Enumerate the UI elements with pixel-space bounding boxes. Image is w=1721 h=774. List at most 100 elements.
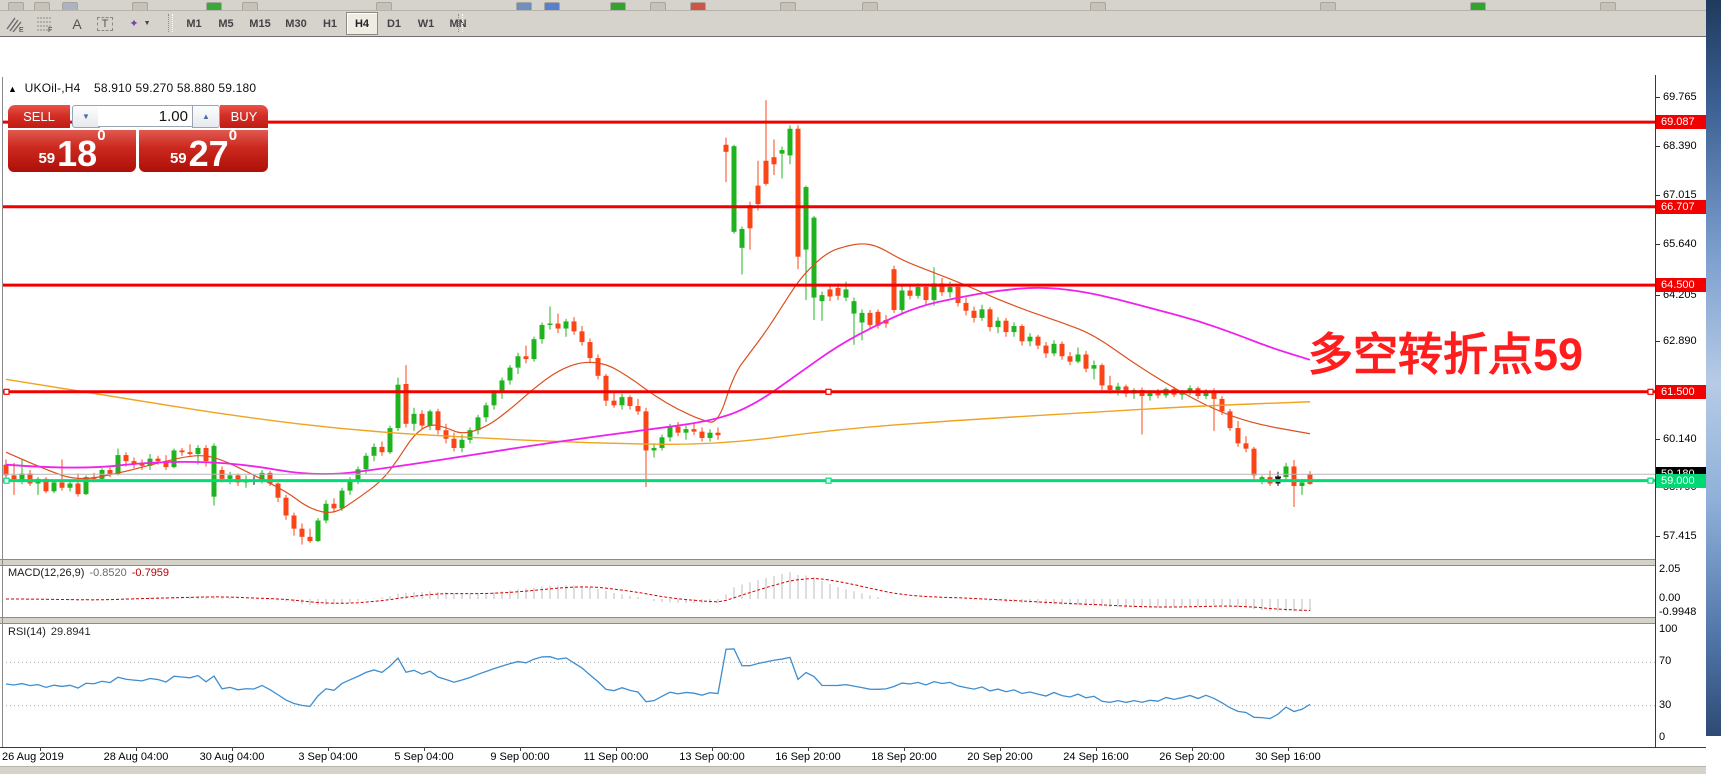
toolbar-icon-fragment[interactable] [34, 2, 50, 11]
timeframe-button-w1[interactable]: W1 [410, 12, 442, 35]
rsi-scale-label: 100 [1659, 623, 1677, 635]
macd-signal-value: -0.7959 [132, 567, 169, 579]
buy-price-sup: 0 [229, 128, 237, 143]
toolbar-icon-fragment[interactable] [8, 2, 24, 11]
time-axis-label: 30 Aug 04:00 [200, 751, 265, 763]
timeframe-button-h4[interactable]: H4 [346, 12, 378, 35]
price-tick-label: 60.140 [1663, 433, 1697, 445]
toolbar: E F A T ✦ ▼ M1M5M15M30H1H4D1W1MN [0, 11, 1706, 37]
time-axis-label: 11 Sep 00:00 [584, 751, 649, 763]
timeframe-button-m1[interactable]: M1 [178, 12, 210, 35]
time-axis-label: 26 Sep 20:00 [1159, 751, 1224, 763]
one-click-trade-panel: SELL ▼ ▲ BUY 59 18 0 59 27 0 [8, 105, 268, 169]
price-tick-label: 57.415 [1663, 530, 1697, 542]
time-axis-label: 28 Aug 04:00 [104, 751, 169, 763]
volume-increase-button[interactable]: ▲ [192, 105, 220, 128]
svg-text:F: F [48, 27, 52, 33]
timeframe-button-h1[interactable]: H1 [314, 12, 346, 35]
time-axis-label: 5 Sep 04:00 [394, 751, 453, 763]
price-line-badge: 59.000 [1656, 474, 1708, 488]
time-axis-label: 3 Sep 04:00 [298, 751, 357, 763]
volume-decrease-button[interactable]: ▼ [72, 105, 100, 128]
chart-left-border [2, 77, 3, 747]
volume-input[interactable] [98, 105, 194, 127]
macd-scale-label: 0.00 [1659, 592, 1680, 604]
toolbar-icon-fragment[interactable] [544, 2, 560, 11]
bottom-band [0, 766, 1706, 774]
sell-price-small: 59 [38, 151, 55, 169]
toolbar-icon-fragment[interactable] [862, 2, 878, 11]
rsi-scale-label: 30 [1659, 699, 1671, 711]
toolbar-icon-fragment[interactable] [242, 2, 258, 11]
buy-button[interactable]: BUY [220, 105, 268, 128]
spinner-up-icon: ▲ [202, 112, 210, 121]
timeframe-button-m5[interactable]: M5 [210, 12, 242, 35]
price-tick-label: 68.390 [1663, 140, 1697, 152]
toolbar-icon-fragment[interactable] [1320, 2, 1336, 11]
buy-price-big: 27 [189, 139, 229, 169]
rsi-scale-label: 0 [1659, 731, 1665, 743]
time-axis-label: 26 Aug 2019 [2, 751, 64, 763]
toolbar-grip[interactable] [458, 14, 463, 32]
macd-scale-label: -0.9948 [1659, 606, 1696, 618]
label-tool-icon[interactable]: T [92, 12, 118, 35]
macd-scale-label: 2.05 [1659, 563, 1680, 575]
price-line-badge: 64.500 [1656, 278, 1708, 292]
toolbar-icon-fragment[interactable] [690, 2, 706, 11]
timeframe-button-d1[interactable]: D1 [378, 12, 410, 35]
rsi-value: 29.8941 [51, 626, 91, 638]
macd-label: MACD(12,26,9)-0.8520-0.7959 [8, 567, 169, 579]
price-tick-label: 62.890 [1663, 335, 1697, 347]
toolbar-icon-fragment[interactable] [376, 2, 392, 11]
draw-lines-tool-icon[interactable]: E [4, 12, 32, 35]
price-line-badge: 69.087 [1656, 115, 1708, 129]
sell-price-display[interactable]: 59 18 0 [8, 130, 136, 172]
price-line-badge: 66.707 [1656, 200, 1708, 214]
time-axis-label: 24 Sep 16:00 [1063, 751, 1128, 763]
text-tool-icon[interactable]: A [64, 12, 90, 35]
rsi-pane-canvas[interactable] [0, 623, 1656, 747]
time-axis-label: 20 Sep 20:00 [967, 751, 1032, 763]
time-axis-label: 13 Sep 00:00 [679, 751, 744, 763]
toolbar-icon-fragment[interactable] [780, 2, 796, 11]
desktop-wallpaper-edge [1706, 0, 1721, 736]
toolbar-icon-fragment[interactable] [610, 2, 626, 11]
time-axis-separator [0, 747, 1706, 748]
macd-pane-canvas[interactable] [0, 564, 1656, 617]
sell-button[interactable]: SELL [8, 105, 70, 128]
arrows-tool-icon[interactable]: ✦ ▼ [122, 12, 158, 35]
timeframe-button-m15[interactable]: M15 [242, 12, 278, 35]
toolbar-icon-fragment[interactable] [650, 2, 666, 11]
toolbar-icon-fragment[interactable] [206, 2, 222, 11]
annotation-text[interactable]: 多空转折点59 [1308, 318, 1583, 383]
toolbar-icon-fragment[interactable] [516, 2, 532, 11]
time-axis[interactable]: 26 Aug 2019 28 Aug 04:00 30 Aug 04:00 3 Sep… [0, 749, 1656, 765]
buy-price-display[interactable]: 59 27 0 [139, 130, 268, 172]
buy-price-small: 59 [170, 151, 187, 169]
fibonacci-tool-icon[interactable]: F [34, 12, 62, 35]
rsi-label: RSI(14)29.8941 [8, 626, 91, 638]
dropdown-arrow-icon: ▼ [144, 20, 151, 27]
toolbar-icon-fragment[interactable] [62, 2, 78, 11]
toolbar-icon-fragment[interactable] [132, 2, 148, 11]
toolbar-icon-fragment[interactable] [1470, 2, 1486, 11]
top-icon-strip [0, 0, 1706, 11]
time-axis-label: 9 Sep 00:00 [490, 751, 549, 763]
spinner-down-icon: ▼ [82, 112, 90, 121]
toolbar-icon-fragment[interactable] [1600, 2, 1616, 11]
rsi-scale-label: 70 [1659, 655, 1671, 667]
price-tick-label: 65.640 [1663, 238, 1697, 250]
timeframe-button-m30[interactable]: M30 [278, 12, 314, 35]
chart-window: ▲ UKOil-,H4 58.910 59.270 58.880 59.180 … [0, 36, 1706, 737]
sell-price-sup: 0 [97, 128, 105, 143]
macd-value: -0.8520 [89, 567, 126, 579]
toolbar-icon-fragment[interactable] [1090, 2, 1106, 11]
time-axis-label: 18 Sep 20:00 [871, 751, 936, 763]
price-axis[interactable]: 69.76568.39067.01565.64064.20562.89060.1… [1656, 75, 1706, 747]
price-line-badge: 61.500 [1656, 385, 1708, 399]
time-axis-label: 16 Sep 20:00 [775, 751, 840, 763]
sell-price-big: 18 [57, 139, 97, 169]
toolbar-grip[interactable] [168, 14, 173, 32]
svg-text:E: E [19, 27, 24, 33]
price-tick-label: 69.765 [1663, 91, 1697, 103]
